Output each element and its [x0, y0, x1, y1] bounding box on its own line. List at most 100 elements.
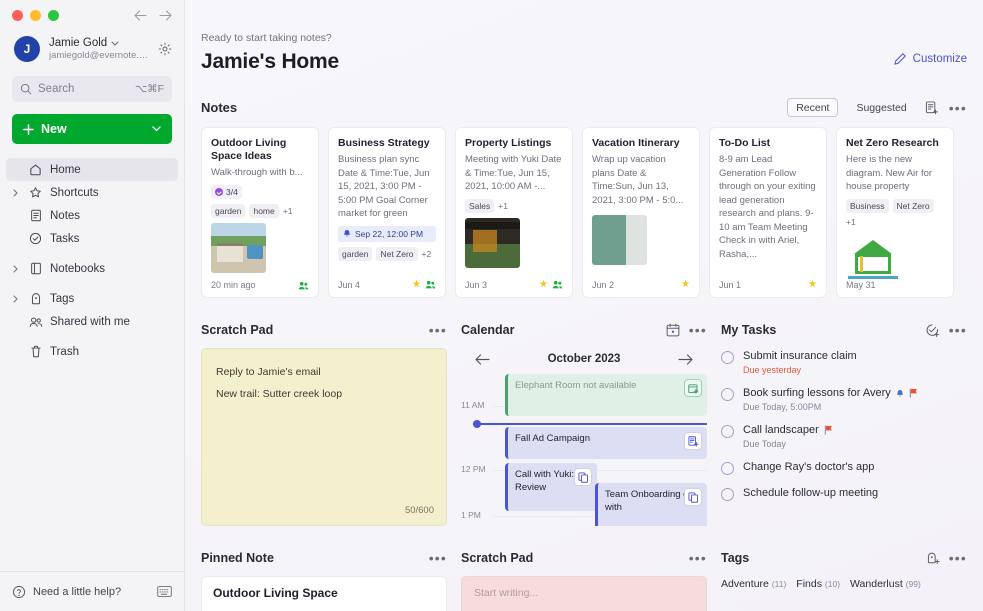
- account-row[interactable]: J Jamie Gold jamiegold@evernote.com: [0, 30, 184, 72]
- calendar-widget: Calendar ••• October 2023: [461, 320, 707, 526]
- note-reminder-badge[interactable]: Sep 22, 12:00 PM: [338, 226, 436, 242]
- sidebar-item-tags[interactable]: Tags: [6, 287, 178, 310]
- note-card[interactable]: Vacation Itinerary Wrap up vacation plan…: [582, 127, 700, 298]
- sidebar-item-trash[interactable]: Trash: [6, 340, 178, 363]
- task-label: Call landscaper: [743, 424, 819, 436]
- star-icon[interactable]: ★: [681, 279, 690, 290]
- sidebar-item-shared-with-me[interactable]: Shared with me: [6, 310, 178, 333]
- note-tag[interactable]: home: [249, 204, 278, 218]
- tag-add-icon[interactable]: [926, 551, 940, 565]
- copy-icon[interactable]: [574, 468, 592, 486]
- note-tag[interactable]: Sales: [465, 199, 494, 213]
- star-icon[interactable]: ★: [412, 279, 421, 290]
- calendar-header: Calendar •••: [461, 320, 707, 340]
- note-card-date: Jun 1: [719, 280, 741, 290]
- search-input[interactable]: Search ⌥⌘F: [12, 76, 172, 102]
- task-checkbox[interactable]: [721, 462, 734, 475]
- forward-arrow-icon[interactable]: [159, 10, 172, 21]
- sidebar-item-shortcuts[interactable]: Shortcuts: [6, 181, 178, 204]
- calendar-event[interactable]: Call with Yuki: Review: [505, 463, 597, 511]
- copy-icon[interactable]: [684, 488, 702, 506]
- note-tag-overflow[interactable]: +2: [422, 249, 432, 259]
- sidebar-item-home[interactable]: Home: [6, 158, 178, 181]
- task-add-icon[interactable]: [925, 323, 940, 338]
- chevron-right-icon[interactable]: [10, 295, 21, 303]
- note-card[interactable]: Business Strategy Business plan sync Dat…: [328, 127, 446, 298]
- task-checkbox[interactable]: [721, 425, 734, 438]
- history-nav: [134, 10, 172, 21]
- note-tag-overflow[interactable]: +1: [498, 201, 508, 211]
- star-icon[interactable]: ★: [808, 279, 817, 290]
- scratch-pad-body[interactable]: Reply to Jamie's email New trail: Sutter…: [201, 348, 447, 526]
- pinned-note-more-icon[interactable]: •••: [429, 553, 447, 563]
- arrow-right-icon[interactable]: [678, 354, 693, 365]
- scratch-pad-2-more-icon[interactable]: •••: [689, 553, 707, 563]
- account-email: jamiegold@evernote.com: [49, 50, 149, 61]
- task-item[interactable]: Call landscaper Due Today: [721, 424, 967, 449]
- pinned-note-body[interactable]: Outdoor Living Space: [201, 576, 447, 611]
- note-add-icon[interactable]: [684, 432, 702, 450]
- note-thumbnail: [465, 218, 520, 268]
- arrow-left-icon[interactable]: [475, 354, 490, 365]
- note-tag[interactable]: Business: [846, 199, 889, 213]
- note-tag-overflow[interactable]: +1: [283, 206, 293, 216]
- chevron-right-icon[interactable]: [10, 265, 21, 273]
- gear-icon[interactable]: [158, 42, 172, 56]
- note-card[interactable]: Net Zero Research Here is the new diagra…: [836, 127, 954, 298]
- my-tasks-more-icon[interactable]: •••: [949, 325, 967, 335]
- calendar-event[interactable]: Elephant Room not available: [505, 374, 707, 416]
- scratch-pad-more-icon[interactable]: •••: [429, 325, 447, 335]
- chevron-right-icon[interactable]: [10, 189, 21, 197]
- task-checkbox[interactable]: [721, 351, 734, 364]
- customize-button[interactable]: Customize: [894, 52, 967, 65]
- note-add-icon[interactable]: [925, 101, 939, 115]
- note-card[interactable]: Property Listings Meeting with Yuki Date…: [455, 127, 573, 298]
- new-button[interactable]: New: [12, 114, 172, 144]
- minimize-window-button[interactable]: [30, 10, 41, 21]
- chevron-down-icon[interactable]: [111, 41, 119, 46]
- task-checkbox[interactable]: [721, 488, 734, 501]
- tag-chip[interactable]: Adventure (11): [721, 578, 786, 590]
- chevron-down-icon[interactable]: [152, 126, 161, 132]
- sidebar-item-notes[interactable]: Notes: [6, 204, 178, 227]
- back-arrow-icon[interactable]: [134, 10, 147, 21]
- scratch-pad-2-body[interactable]: Start writing...: [461, 576, 707, 611]
- task-checkbox[interactable]: [721, 388, 734, 401]
- note-card[interactable]: Outdoor Living Space Ideas Walk-through …: [201, 127, 319, 298]
- note-card[interactable]: To-Do List 8-9 am Lead Generation Follow…: [709, 127, 827, 298]
- task-item[interactable]: Submit insurance claim Due yesterday: [721, 350, 967, 375]
- bottom-widget-row: Pinned Note ••• Outdoor Living Space Scr…: [201, 548, 967, 611]
- calendar-more-icon[interactable]: •••: [689, 325, 707, 335]
- sidebar-item-notebooks[interactable]: Notebooks: [6, 257, 178, 280]
- tag-chip[interactable]: Finds (10): [796, 578, 840, 590]
- note-tag-overflow[interactable]: +1: [846, 217, 856, 227]
- note-tag[interactable]: Net Zero: [376, 247, 417, 261]
- help-bar[interactable]: Need a little help?: [0, 571, 184, 611]
- sidebar-item-label: Shared with me: [50, 316, 130, 328]
- note-tag[interactable]: Net Zero: [893, 199, 934, 213]
- task-item[interactable]: Schedule follow-up meeting: [721, 487, 967, 501]
- calendar-add-icon[interactable]: [684, 379, 702, 397]
- notes-more-icon[interactable]: •••: [949, 103, 967, 113]
- sidebar-item-tasks[interactable]: Tasks: [6, 227, 178, 250]
- close-window-button[interactable]: [12, 10, 23, 21]
- calendar-icon[interactable]: [666, 323, 680, 337]
- calendar-event[interactable]: Fall Ad Campaign: [505, 427, 707, 459]
- star-icon[interactable]: ★: [539, 279, 548, 290]
- task-item[interactable]: Change Ray's doctor's app: [721, 461, 967, 475]
- tag-chip[interactable]: Wanderlust (99): [850, 578, 921, 590]
- tags-widget-more-icon[interactable]: •••: [949, 553, 967, 563]
- note-tag[interactable]: garden: [338, 247, 372, 261]
- calendar-event[interactable]: Team Onboarding call with: [595, 483, 707, 526]
- maximize-window-button[interactable]: [48, 10, 59, 21]
- filter-suggested[interactable]: Suggested: [848, 99, 914, 116]
- task-item[interactable]: Book surfing lessons for Avery Due Today…: [721, 387, 967, 412]
- note-tag[interactable]: garden: [211, 204, 245, 218]
- main-content: Ready to start taking notes? Jamie's Hom…: [185, 0, 983, 611]
- pinned-note-title: Pinned Note: [201, 551, 274, 565]
- keyboard-icon[interactable]: [157, 586, 172, 597]
- filter-recent[interactable]: Recent: [787, 98, 838, 117]
- note-thumbnail: [211, 223, 266, 273]
- calendar-body: October 2023 11 AM 12 PM 1 PM El: [461, 348, 707, 526]
- note-card-title: Vacation Itinerary: [592, 137, 690, 150]
